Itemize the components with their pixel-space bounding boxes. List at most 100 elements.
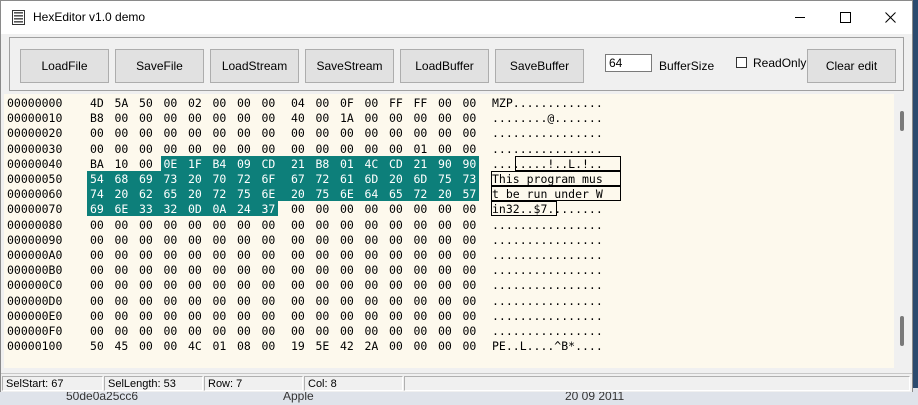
ascii-text[interactable]: ................	[492, 248, 603, 262]
hex-byte[interactable]: 20	[291, 187, 307, 201]
hex-byte[interactable]: 00	[414, 233, 430, 247]
hex-byte[interactable]: 00	[389, 248, 405, 262]
hex-byte[interactable]: 00	[316, 218, 332, 232]
hex-byte[interactable]: 00	[340, 278, 356, 292]
hex-byte[interactable]: 00	[316, 309, 332, 323]
hex-byte[interactable]: 00	[213, 96, 229, 110]
loadbuffer-button[interactable]: LoadBuffer	[400, 49, 489, 83]
hex-byte[interactable]: 00	[365, 218, 381, 232]
hex-byte[interactable]: 75	[438, 172, 454, 186]
hex-byte[interactable]: 00	[316, 294, 332, 308]
hex-byte[interactable]: 00	[365, 96, 381, 110]
hex-byte[interactable]: 00	[365, 294, 381, 308]
ascii-text[interactable]: ................	[492, 278, 603, 292]
hex-byte[interactable]: 00	[389, 294, 405, 308]
hex-byte[interactable]: 00	[262, 96, 278, 110]
hex-row[interactable]: 00000060 74 20 62 65 20 72 75 6E 20 75 6E 64 65 72 20 57…	[4, 186, 889, 202]
hex-byte[interactable]: 00	[188, 324, 204, 338]
hex-byte[interactable]: 00	[90, 126, 106, 140]
hex-byte[interactable]: 20	[389, 172, 405, 186]
ascii-text[interactable]: ........@.......	[492, 111, 603, 125]
hex-byte[interactable]: 00	[414, 126, 430, 140]
hex-byte[interactable]: 00	[365, 142, 381, 156]
hex-byte[interactable]: 00	[115, 248, 131, 262]
hex-row[interactable]: 000000B0 00 00 00 00 00 00 00 00 00 00 00 00 00 00 00 00…	[4, 262, 889, 277]
hex-byte[interactable]: 00	[188, 126, 204, 140]
hex-byte[interactable]: 68	[115, 172, 131, 186]
hex-byte[interactable]: 00	[414, 309, 430, 323]
hex-row[interactable]: 00000050 54 68 69 73 20 70 72 6F 67 72 61 6D 20 6D 75 73…	[4, 171, 889, 186]
minimize-button[interactable]	[777, 1, 823, 34]
hex-byte[interactable]: 72	[316, 172, 332, 186]
hex-editor-view[interactable]: 00000000 4D 5A 50 00 02 00 00 00 04 00 0F 00 FF FF 00 00…	[4, 94, 894, 368]
hex-row[interactable]: 000000C0 00 00 00 00 00 00 00 00 00 00 00 00 00 00 00 00…	[4, 277, 889, 292]
hex-byte[interactable]: 00	[365, 278, 381, 292]
hex-byte[interactable]: 00	[237, 278, 253, 292]
hex-byte[interactable]: 00	[365, 126, 381, 140]
hex-byte[interactable]: 00	[115, 263, 131, 277]
hex-byte[interactable]: 00	[213, 248, 229, 262]
hex-byte[interactable]: 73	[463, 172, 479, 186]
hex-row[interactable]: 00000000 4D 5A 50 00 02 00 00 00 04 00 0F 00 FF FF 00 00…	[4, 95, 889, 110]
hex-byte[interactable]: 65	[164, 187, 180, 201]
hex-byte[interactable]: 5E	[316, 339, 332, 353]
hex-byte[interactable]: 00	[463, 309, 479, 323]
hex-byte[interactable]: 00	[188, 218, 204, 232]
hex-byte[interactable]: 00	[438, 126, 454, 140]
hex-byte[interactable]: 00	[438, 218, 454, 232]
hex-byte[interactable]: 00	[316, 142, 332, 156]
hex-byte[interactable]: 00	[237, 111, 253, 125]
hex-byte[interactable]: 00	[340, 263, 356, 277]
hex-byte[interactable]: 00	[365, 111, 381, 125]
hex-byte[interactable]: 00	[90, 294, 106, 308]
hex-byte[interactable]: 00	[262, 126, 278, 140]
hex-byte[interactable]: 00	[164, 294, 180, 308]
hex-byte[interactable]: 32	[164, 202, 180, 216]
hex-byte[interactable]: 00	[115, 218, 131, 232]
hex-byte[interactable]: 45	[115, 339, 131, 353]
hex-byte[interactable]: 09	[237, 157, 253, 171]
hex-byte[interactable]: 00	[262, 142, 278, 156]
hex-byte[interactable]: 00	[438, 142, 454, 156]
ascii-text[interactable]: ................	[492, 294, 603, 308]
loadfile-button[interactable]: LoadFile	[20, 49, 109, 83]
hex-byte[interactable]: 00	[414, 263, 430, 277]
hex-byte[interactable]: 00	[164, 96, 180, 110]
ascii-text[interactable]: ................	[492, 263, 603, 277]
hex-byte[interactable]: 0F	[340, 96, 356, 110]
hex-byte[interactable]: 00	[463, 96, 479, 110]
hex-byte[interactable]: 00	[139, 248, 155, 262]
loadstream-button[interactable]: LoadStream	[210, 49, 299, 83]
hex-byte[interactable]: 00	[316, 96, 332, 110]
hex-byte[interactable]: 00	[438, 339, 454, 353]
hex-byte[interactable]: 00	[316, 263, 332, 277]
hex-byte[interactable]: 00	[316, 202, 332, 216]
hex-byte[interactable]: 00	[414, 218, 430, 232]
hex-byte[interactable]: 00	[188, 294, 204, 308]
hex-byte[interactable]: 00	[213, 218, 229, 232]
hex-byte[interactable]: 75	[316, 187, 332, 201]
hex-byte[interactable]: 19	[291, 339, 307, 353]
hex-byte[interactable]: 08	[237, 339, 253, 353]
hex-byte[interactable]: CD	[262, 157, 278, 171]
readonly-checkbox[interactable]	[736, 57, 747, 68]
hex-byte[interactable]: 62	[139, 187, 155, 201]
hex-byte[interactable]: 54	[90, 172, 106, 186]
hex-byte[interactable]: 00	[340, 324, 356, 338]
hex-byte[interactable]: 00	[463, 142, 479, 156]
hex-byte[interactable]: 00	[115, 126, 131, 140]
ascii-text[interactable]: ................	[492, 126, 603, 140]
hex-byte[interactable]: 00	[237, 248, 253, 262]
hex-byte[interactable]: 00	[389, 202, 405, 216]
hex-byte[interactable]: 00	[438, 324, 454, 338]
savefile-button[interactable]: SaveFile	[115, 49, 204, 83]
hex-byte[interactable]: FF	[389, 96, 405, 110]
hex-byte[interactable]: 2A	[365, 339, 381, 353]
hex-byte[interactable]: 00	[291, 233, 307, 247]
hex-byte[interactable]: 00	[291, 142, 307, 156]
hex-byte[interactable]: 02	[188, 96, 204, 110]
hex-byte[interactable]: 57	[463, 187, 479, 201]
hex-byte[interactable]: 01	[213, 339, 229, 353]
hex-byte[interactable]: 01	[414, 142, 430, 156]
hex-byte[interactable]: 00	[139, 157, 155, 171]
